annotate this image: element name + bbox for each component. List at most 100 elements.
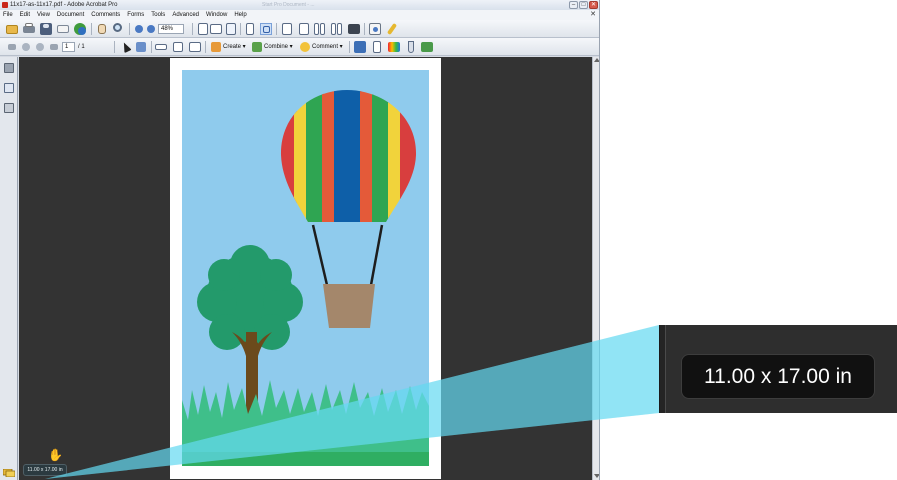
acrobat-app-icon xyxy=(2,2,8,8)
flask-icon[interactable] xyxy=(405,41,417,53)
balloon-basket xyxy=(323,284,375,328)
toolbar-separator xyxy=(364,23,365,35)
comment-button[interactable]: Comment ▾ xyxy=(300,41,343,53)
create-label: Create xyxy=(223,44,242,50)
last-page-icon[interactable] xyxy=(48,41,60,53)
read-mode-icon[interactable] xyxy=(348,23,360,35)
fit-page-icon[interactable] xyxy=(197,23,209,35)
toolbar-separator xyxy=(151,41,152,53)
balloon-illustration xyxy=(182,70,429,466)
menu-window[interactable]: Window xyxy=(206,12,227,18)
maximize-button[interactable]: □ xyxy=(579,1,588,9)
toolbar-separator xyxy=(276,23,277,35)
hand-cursor-icon: ✋ xyxy=(48,448,63,462)
menu-help[interactable]: Help xyxy=(234,12,246,18)
zoom-out-icon[interactable] xyxy=(133,23,145,35)
hand-icon[interactable] xyxy=(96,23,108,35)
page-layout-icon[interactable] xyxy=(281,23,293,35)
screenshot-stage: 11x17-as-11x17.pdf - Adobe Acrobat Pro S… xyxy=(0,0,897,480)
two-up-icon[interactable] xyxy=(314,23,326,35)
actual-size-icon[interactable] xyxy=(225,23,237,35)
menu-edit[interactable]: Edit xyxy=(20,12,30,18)
menu-view[interactable]: View xyxy=(37,12,50,18)
continuous-icon[interactable] xyxy=(298,23,310,35)
page-size-status-icon[interactable] xyxy=(2,464,16,478)
minimize-button[interactable]: – xyxy=(569,1,578,9)
save-icon[interactable] xyxy=(40,23,52,35)
magnified-page-size: 11.00 x 17.00 in xyxy=(681,354,875,399)
balloon-rope xyxy=(369,224,384,286)
ground xyxy=(182,452,429,466)
toolbar-separator xyxy=(205,41,206,53)
menu-forms[interactable]: Forms xyxy=(127,12,144,18)
main-toolbar: 48% xyxy=(0,20,599,38)
zoom-level-field[interactable]: 48% xyxy=(158,24,184,34)
window-title: 11x17-as-11x17.pdf - Adobe Acrobat Pro xyxy=(10,2,118,8)
page-size-indicator: 11.00 x 17.00 in xyxy=(23,464,67,476)
window-controls: – □ ✕ xyxy=(569,0,598,10)
page-total: / 1 xyxy=(78,44,85,50)
snapshot-icon[interactable] xyxy=(369,23,381,35)
navigation-pane xyxy=(0,57,18,480)
email-icon[interactable] xyxy=(57,23,69,35)
text-field-icon[interactable] xyxy=(155,41,167,53)
zoom-icon[interactable] xyxy=(113,23,125,35)
tree xyxy=(197,245,303,422)
menu-tools[interactable]: Tools xyxy=(151,12,165,18)
touchup-icon[interactable] xyxy=(135,41,147,53)
share-icon[interactable] xyxy=(74,23,86,35)
menu-bar: File Edit View Document Comments Forms T… xyxy=(0,10,599,20)
menu-document[interactable]: Document xyxy=(57,12,84,18)
previous-page-icon[interactable] xyxy=(20,41,32,53)
scroll-up-icon[interactable] xyxy=(594,58,599,62)
fit-width-icon[interactable] xyxy=(210,23,222,35)
print-icon[interactable] xyxy=(23,23,35,35)
toolbar-separator xyxy=(91,23,92,35)
zoom-in-icon[interactable] xyxy=(145,23,157,35)
balloon-envelope xyxy=(280,90,417,222)
form-field-icon[interactable] xyxy=(172,41,184,53)
menu-advanced[interactable]: Advanced xyxy=(172,12,199,18)
scroll-down-icon[interactable] xyxy=(594,474,599,478)
pages-panel-icon[interactable] xyxy=(4,63,14,73)
toolbar-separator xyxy=(129,23,130,35)
combine-label: Combine xyxy=(264,44,289,50)
signatures-icon[interactable] xyxy=(4,103,14,113)
create-icon xyxy=(211,42,221,52)
acrobat-window: 11x17-as-11x17.pdf - Adobe Acrobat Pro S… xyxy=(0,0,600,480)
pencil-icon[interactable] xyxy=(386,22,398,36)
close-document-button[interactable]: ✕ xyxy=(590,10,596,20)
document-icon[interactable] xyxy=(371,41,383,53)
sign-icon[interactable] xyxy=(421,41,433,53)
first-page-icon[interactable] xyxy=(6,41,18,53)
inset-left-edge xyxy=(660,325,666,413)
single-page-icon[interactable] xyxy=(244,23,256,35)
export-icon[interactable] xyxy=(354,41,366,53)
toolbar-separator xyxy=(192,23,193,35)
two-up-continuous-icon[interactable] xyxy=(331,23,343,35)
page-number-field[interactable]: 1 xyxy=(62,42,75,52)
create-button[interactable]: Create ▾ xyxy=(211,41,246,53)
menu-comments[interactable]: Comments xyxy=(91,12,120,18)
bookmarks-icon[interactable] xyxy=(4,83,14,93)
vertical-scrollbar[interactable] xyxy=(592,57,599,480)
full-screen-icon[interactable] xyxy=(260,23,272,35)
magnifier-inset: 11.00 x 17.00 in xyxy=(659,325,897,413)
toolbar-separator xyxy=(349,41,350,53)
folder-open-icon[interactable] xyxy=(6,23,18,35)
tasks-toolbar: 1 / 1 Create ▾ Combine ▾ Comment ▾ xyxy=(0,38,599,56)
background-window-title: Start Pro Document - ... xyxy=(262,2,315,8)
edit-form-icon[interactable] xyxy=(189,41,201,53)
next-page-icon[interactable] xyxy=(34,41,46,53)
comment-label: Comment xyxy=(312,44,339,50)
toolbar-separator xyxy=(240,23,241,35)
title-bar: 11x17-as-11x17.pdf - Adobe Acrobat Pro S… xyxy=(0,0,599,10)
balloon-rope xyxy=(311,224,329,286)
menu-file[interactable]: File xyxy=(3,12,13,18)
select-icon[interactable] xyxy=(119,40,132,54)
combine-button[interactable]: Combine ▾ xyxy=(252,41,293,53)
combine-icon xyxy=(252,42,262,52)
close-button[interactable]: ✕ xyxy=(589,1,598,9)
color-icon[interactable] xyxy=(388,41,400,53)
comment-icon xyxy=(300,42,310,52)
